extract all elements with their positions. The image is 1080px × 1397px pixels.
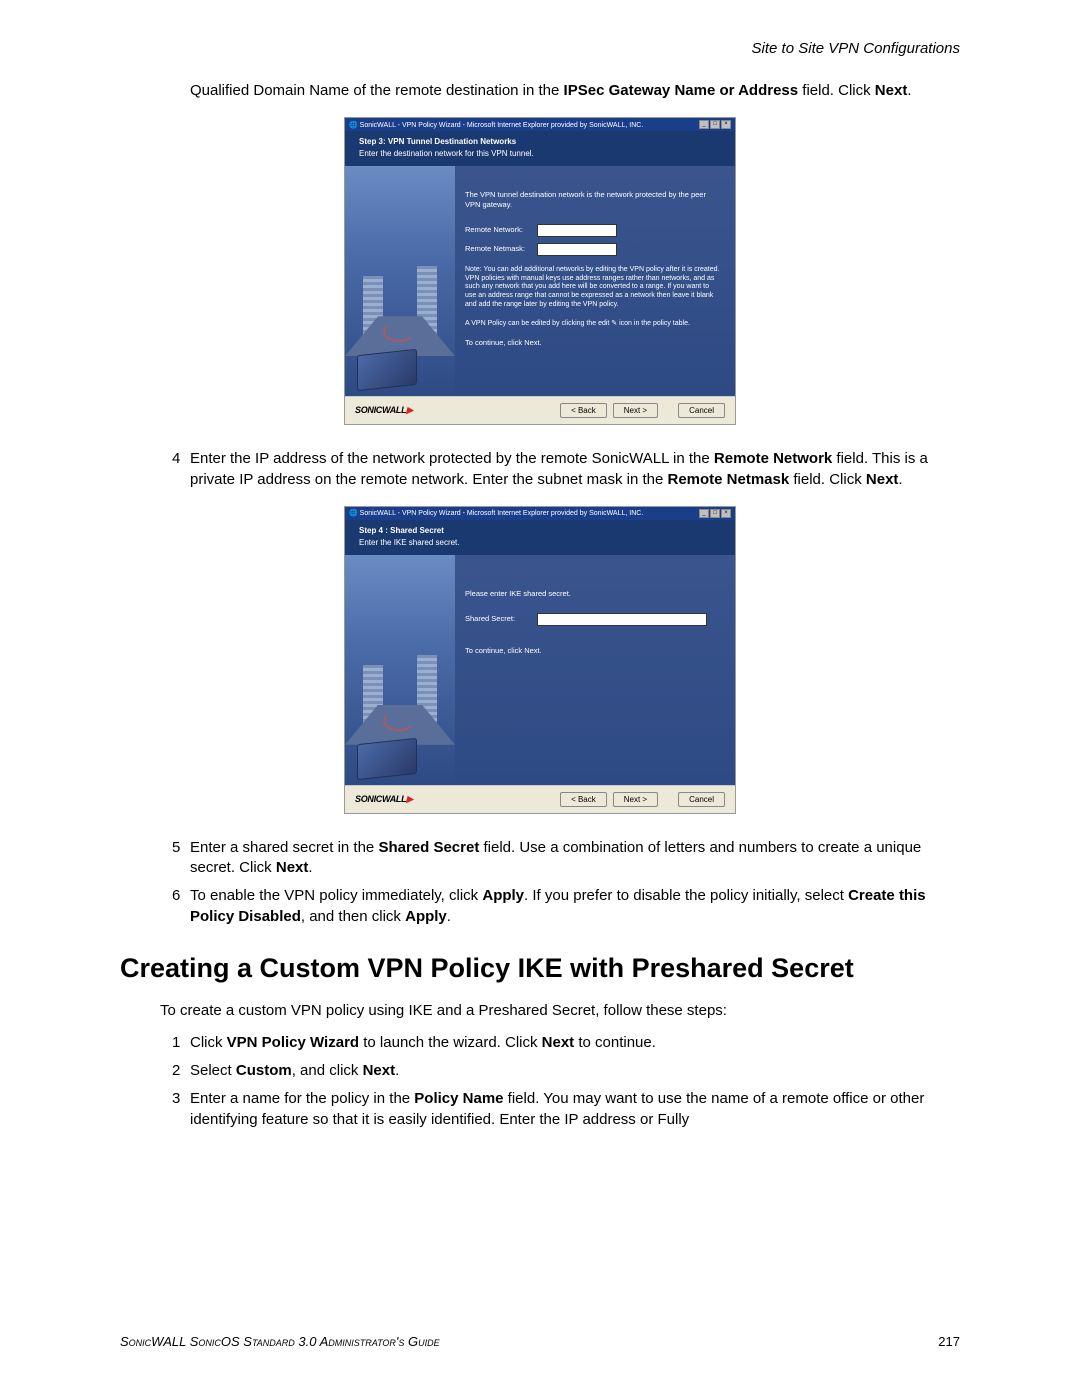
step-title: Step 4 : Shared Secret: [359, 526, 721, 535]
continue-text: To continue, click Next.: [465, 338, 721, 348]
ie-icon: 🌐: [349, 122, 358, 129]
minimize-button[interactable]: _: [699, 120, 709, 129]
remote-network-label: Remote Network:: [465, 225, 537, 235]
minimize-button[interactable]: _: [699, 509, 709, 518]
step-5: 5 Enter a shared secret in the Shared Se…: [190, 838, 960, 879]
text: Qualified Domain Name of the remote dest…: [190, 82, 564, 99]
text: .: [395, 1062, 399, 1079]
bold-text: Remote Netmask: [667, 471, 789, 488]
text: , and then click: [301, 908, 405, 925]
wizard-footer: SONICWALL▶ < Back Next > Cancel: [345, 785, 735, 813]
bold-text: Next: [866, 471, 899, 488]
text: .: [907, 82, 911, 99]
custom-step-2: 2 Select Custom, and click Next.: [190, 1061, 960, 1081]
cancel-button[interactable]: Cancel: [678, 792, 725, 807]
wizard-illustration: [345, 166, 455, 396]
bold-text: VPN Policy Wizard: [227, 1034, 359, 1051]
sonicwall-logo: SONICWALL▶: [355, 794, 413, 805]
window-title-text: SonicWALL - VPN Policy Wizard - Microsof…: [360, 510, 644, 517]
next-button[interactable]: Next >: [613, 792, 658, 807]
page-footer: SonicWALL SonicOS Standard 3.0 Administr…: [120, 1334, 960, 1349]
back-button[interactable]: < Back: [560, 403, 607, 418]
cancel-button[interactable]: Cancel: [678, 403, 725, 418]
text: . If you prefer to disable the policy in…: [524, 887, 848, 904]
remote-netmask-input[interactable]: [537, 243, 617, 256]
bold-text: Apply: [405, 908, 447, 925]
wizard-illustration: [345, 555, 455, 785]
window-title-text: SonicWALL - VPN Policy Wizard - Microsof…: [360, 122, 644, 129]
text: Enter a name for the policy in the: [190, 1090, 414, 1107]
step-subtitle: Enter the destination network for this V…: [359, 149, 721, 158]
step-number: 2: [172, 1061, 180, 1081]
note-text-2: A VPN Policy can be edited by clicking t…: [465, 320, 721, 329]
text: Select: [190, 1062, 236, 1079]
step-number: 4: [172, 449, 180, 469]
bold-text: Next: [875, 82, 908, 99]
wizard-body: The VPN tunnel destination network is th…: [345, 166, 735, 396]
section-heading: Creating a Custom VPN Policy IKE with Pr…: [120, 953, 960, 984]
bold-text: IPSec Gateway Name or Address: [564, 82, 799, 99]
text: to launch the wizard. Click: [359, 1034, 542, 1051]
text: .: [308, 859, 312, 876]
shared-secret-label: Shared Secret:: [465, 614, 537, 624]
continue-text: To continue, click Next.: [465, 646, 721, 656]
step-number: 1: [172, 1033, 180, 1053]
maximize-button[interactable]: □: [710, 509, 720, 518]
note-text: Note: You can add additional networks by…: [465, 266, 721, 310]
text: field. Click: [789, 471, 866, 488]
step-title: Step 3: VPN Tunnel Destination Networks: [359, 137, 721, 146]
step-number: 3: [172, 1089, 180, 1109]
step-4: 4 Enter the IP address of the network pr…: [190, 449, 960, 490]
text: To enable the VPN policy immediately, cl…: [190, 887, 482, 904]
text: Enter the IP address of the network prot…: [190, 450, 714, 467]
text: field. Click: [798, 82, 875, 99]
remote-netmask-label: Remote Netmask:: [465, 244, 537, 254]
step-6: 6 To enable the VPN policy immediately, …: [190, 886, 960, 927]
wizard-header: Step 4 : Shared Secret Enter the IKE sha…: [345, 520, 735, 555]
text: Enter a shared secret in the: [190, 839, 378, 856]
text: Click: [190, 1034, 227, 1051]
text: , and click: [292, 1062, 363, 1079]
step-subtitle: Enter the IKE shared secret.: [359, 538, 721, 547]
close-button[interactable]: ×: [721, 120, 731, 129]
bold-text: Next: [363, 1062, 396, 1079]
sonicwall-logo: SONICWALL▶: [355, 405, 413, 416]
text: to continue.: [574, 1034, 656, 1051]
maximize-button[interactable]: □: [710, 120, 720, 129]
wizard-footer: SONICWALL▶ < Back Next > Cancel: [345, 396, 735, 424]
step-number: 6: [172, 886, 180, 906]
ie-icon: 🌐: [349, 510, 358, 517]
step-number: 5: [172, 838, 180, 858]
close-button[interactable]: ×: [721, 509, 731, 518]
bold-text: Policy Name: [414, 1090, 503, 1107]
window-titlebar: 🌐 SonicWALL - VPN Policy Wizard - Micros…: [345, 118, 735, 131]
back-button[interactable]: < Back: [560, 792, 607, 807]
text: .: [898, 471, 902, 488]
page-number: 217: [938, 1334, 960, 1349]
bold-text: Remote Network: [714, 450, 832, 467]
shared-secret-input[interactable]: [537, 613, 707, 626]
window-titlebar: 🌐 SonicWALL - VPN Policy Wizard - Micros…: [345, 507, 735, 520]
wizard-header: Step 3: VPN Tunnel Destination Networks …: [345, 131, 735, 166]
wizard-body: Please enter IKE shared secret. Shared S…: [345, 555, 735, 785]
bold-text: Custom: [236, 1062, 292, 1079]
page-header: Site to Site VPN Configurations: [120, 40, 960, 57]
section-intro: To create a custom VPN policy using IKE …: [160, 1002, 960, 1019]
text: .: [447, 908, 451, 925]
footer-text: SonicWALL SonicOS Standard 3.0 Administr…: [120, 1334, 440, 1349]
description: Please enter IKE shared secret.: [465, 589, 721, 599]
bold-text: Shared Secret: [378, 839, 479, 856]
wizard-screenshot-step3: 🌐 SonicWALL - VPN Policy Wizard - Micros…: [344, 117, 736, 425]
custom-step-3: 3 Enter a name for the policy in the Pol…: [190, 1089, 960, 1130]
remote-network-input[interactable]: [537, 224, 617, 237]
bold-text: Next: [542, 1034, 575, 1051]
description: The VPN tunnel destination network is th…: [465, 190, 721, 210]
wizard-screenshot-step4: 🌐 SonicWALL - VPN Policy Wizard - Micros…: [344, 506, 736, 814]
bold-text: Next: [276, 859, 309, 876]
intro-paragraph: Qualified Domain Name of the remote dest…: [190, 81, 960, 101]
next-button[interactable]: Next >: [613, 403, 658, 418]
bold-text: Apply: [482, 887, 524, 904]
custom-step-1: 1 Click VPN Policy Wizard to launch the …: [190, 1033, 960, 1053]
